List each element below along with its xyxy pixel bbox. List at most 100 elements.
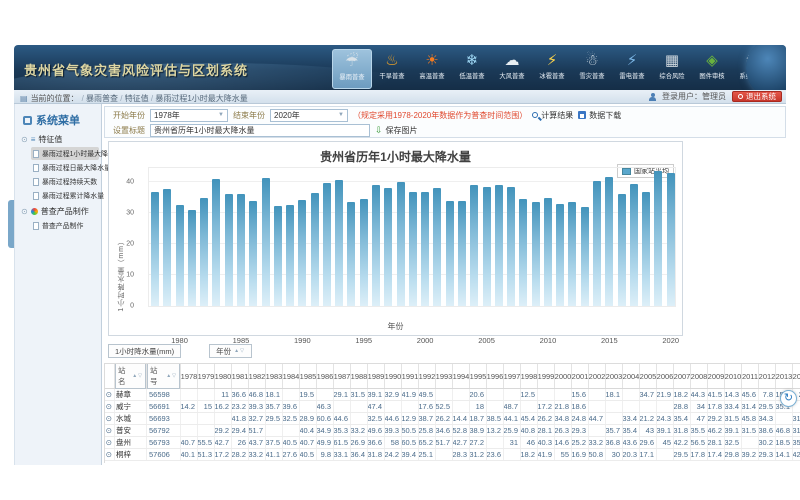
bar-2013[interactable] [581, 207, 589, 306]
bar-2009[interactable] [532, 202, 540, 306]
bar-2007[interactable] [507, 187, 515, 306]
bar-2001[interactable] [433, 188, 441, 306]
header-year-1981[interactable]: 1981 [232, 364, 249, 388]
nav-item-calculator[interactable]: ▦综合风险 [652, 49, 692, 89]
nav-item-drought[interactable]: ♨干旱普查 [372, 49, 412, 89]
header-year-2009[interactable]: 2009 [708, 364, 725, 388]
bar-2015[interactable] [605, 177, 613, 306]
header-year-2014[interactable]: 2014 [793, 364, 800, 388]
bar-1985[interactable] [237, 194, 245, 306]
bar-1989[interactable] [286, 205, 294, 306]
header-year-2003[interactable]: 2003 [606, 364, 623, 388]
sidebar-item[interactable]: 暴雨过程1小时最大降水量 [31, 147, 99, 160]
header-year-2002[interactable]: 2002 [589, 364, 606, 388]
bar-2011[interactable] [556, 204, 564, 306]
logout-button[interactable]: 退出系统 [732, 91, 782, 102]
bar-1988[interactable] [274, 206, 282, 306]
station-data-table[interactable]: 站名▲▽站号▲▽19781979198019811982198319841985… [104, 363, 800, 463]
end-year-select[interactable]: 2020年 ▼ [270, 109, 348, 122]
bar-2014[interactable] [593, 181, 601, 306]
bar-2010[interactable] [544, 198, 552, 306]
header-year-2006[interactable]: 2006 [657, 364, 674, 388]
nav-item-lightning[interactable]: ⚡雷电普查 [612, 49, 652, 89]
nav-item-high-temp[interactable]: ☀高温普查 [412, 49, 452, 89]
nav-item-map-audit[interactable]: ◈图件审核 [692, 49, 732, 89]
nav-item-wind[interactable]: ☁大风普查 [492, 49, 532, 89]
bar-1986[interactable] [249, 201, 257, 306]
calc-result-button[interactable]: 计算结果 [532, 110, 573, 121]
bar-1998[interactable] [397, 182, 405, 306]
sidebar-item[interactable]: 暴雨过程持续天数 [31, 175, 99, 188]
bar-2018[interactable] [642, 192, 650, 306]
bar-1999[interactable] [409, 192, 417, 306]
bar-2002[interactable] [446, 201, 454, 306]
bar-1981[interactable] [188, 210, 196, 306]
header-year-1999[interactable]: 1999 [538, 364, 555, 388]
header-year-1985[interactable]: 1985 [300, 364, 317, 388]
bar-2012[interactable] [568, 202, 576, 306]
bar-2017[interactable] [630, 184, 638, 306]
bar-1995[interactable] [360, 199, 368, 306]
bar-1996[interactable] [372, 185, 380, 306]
bar-2006[interactable] [495, 185, 503, 306]
header-year-1993[interactable]: 1993 [436, 364, 453, 388]
header-year-1984[interactable]: 1984 [283, 364, 300, 388]
header-year-1998[interactable]: 1998 [521, 364, 538, 388]
bar-1993[interactable] [335, 180, 343, 306]
bar-2016[interactable] [618, 194, 626, 306]
header-year-1986[interactable]: 1986 [317, 364, 334, 388]
sidebar-group-1[interactable]: ⊙普查产品制作 [21, 206, 101, 217]
bar-2008[interactable] [519, 199, 527, 306]
bar-2005[interactable] [483, 187, 491, 306]
header-year-1995[interactable]: 1995 [470, 364, 487, 388]
header-year-1982[interactable]: 1982 [249, 364, 266, 388]
bar-1994[interactable] [347, 202, 355, 306]
sidebar-item[interactable]: 暴雨过程日最大降水量 [31, 161, 99, 174]
nav-item-snow[interactable]: ☃雪灾普查 [572, 49, 612, 89]
header-year-1978[interactable]: 1978 [181, 364, 198, 388]
row-expander[interactable]: ⊙ [105, 437, 115, 448]
bar-2019[interactable] [654, 171, 662, 306]
breadcrumb-link[interactable]: 暴雨普查 [86, 94, 118, 103]
header-year-1996[interactable]: 1996 [487, 364, 504, 388]
bar-1979[interactable] [163, 189, 171, 306]
header-year-2013[interactable]: 2013 [776, 364, 793, 388]
station-name-cell[interactable]: 赫章 [115, 389, 147, 400]
header-year-2001[interactable]: 2001 [572, 364, 589, 388]
header-year-1979[interactable]: 1979 [198, 364, 215, 388]
header-year-1991[interactable]: 1991 [402, 364, 419, 388]
row-expander[interactable]: ⊙ [105, 401, 115, 412]
data-download-button[interactable]: 数据下载 [578, 110, 621, 121]
header-year-1980[interactable]: 1980 [215, 364, 232, 388]
row-expander[interactable]: ⊙ [105, 413, 115, 424]
bar-1983[interactable] [212, 179, 220, 306]
header-year-1990[interactable]: 1990 [385, 364, 402, 388]
sidebar-group-0[interactable]: ⊙≡特征值 [21, 134, 101, 145]
bar-1980[interactable] [176, 205, 184, 306]
year-sort-button[interactable]: 年份 ▲▽ [209, 344, 252, 358]
header-year-2004[interactable]: 2004 [623, 364, 640, 388]
header-year-1989[interactable]: 1989 [368, 364, 385, 388]
header-year-1987[interactable]: 1987 [334, 364, 351, 388]
bar-2020[interactable] [667, 173, 675, 306]
sidebar-collapse-handle[interactable] [8, 200, 14, 248]
breadcrumb-link[interactable]: 暴雨过程1小时最大降水量 [155, 94, 247, 103]
bar-1984[interactable] [225, 194, 233, 306]
station-name-cell[interactable]: 水城 [115, 413, 147, 424]
row-expander[interactable]: ⊙ [105, 389, 115, 400]
sidebar-item[interactable]: 暴雨过程累计降水量 [31, 189, 99, 202]
unit-button[interactable]: 1小时降水量(mm) [108, 344, 181, 358]
header-year-2000[interactable]: 2000 [555, 364, 572, 388]
station-name-cell[interactable]: 盘州 [115, 437, 147, 448]
bar-1990[interactable] [298, 200, 306, 306]
header-year-1988[interactable]: 1988 [351, 364, 368, 388]
save-image-button[interactable]: ⇩ 保存图片 [375, 125, 418, 136]
station-name-cell[interactable]: 桐梓 [115, 449, 147, 460]
breadcrumb-link[interactable]: 特征值 [125, 94, 149, 103]
header-year-2008[interactable]: 2008 [691, 364, 708, 388]
bar-1987[interactable] [262, 178, 270, 306]
header-year-1994[interactable]: 1994 [453, 364, 470, 388]
start-year-select[interactable]: 1978年 ▼ [150, 109, 228, 122]
bar-1992[interactable] [323, 183, 331, 306]
row-expander[interactable]: ⊙ [105, 449, 115, 460]
